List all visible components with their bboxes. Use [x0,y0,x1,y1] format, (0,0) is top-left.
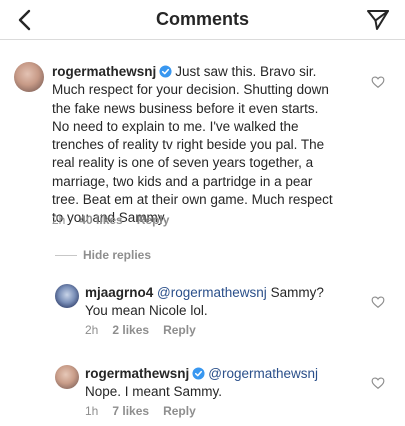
comment-text-line: marriage, two kids and a partridge in a … [52,173,313,189]
reply-button[interactable]: Reply [163,404,196,418]
direct-send-icon [367,10,389,30]
comment-text-line: the fake news business before it even st… [52,100,319,116]
mention-link[interactable]: @rogermathewsnj [157,285,267,300]
comment-meta: 2h 40 likes Reply [52,213,183,227]
comment-text-line: Nope. I meant Sammy. [85,384,223,400]
share-button[interactable] [363,5,393,35]
reply-comment: rogermathewsnj @rogermathewsnj Nope. I me… [0,365,405,425]
comment-time: 2h [52,213,66,227]
heart-icon[interactable] [371,75,385,89]
comments-header: Comments [0,0,405,40]
likes-count[interactable]: 40 likes [79,213,122,227]
comment-username[interactable]: rogermathewsnj [52,64,156,79]
comment-text: rogermathewsnj @rogermathewsnj Nope. I me… [85,365,375,402]
avatar[interactable] [55,365,79,389]
comment-username[interactable]: rogermathewsnj [85,366,189,381]
comment-time: 1h [85,404,99,418]
comment-username[interactable]: mjaagrno4 [85,285,153,300]
verified-badge-icon [159,65,172,78]
hide-replies-toggle[interactable]: Hide replies [55,248,151,262]
likes-count[interactable]: 7 likes [112,404,149,418]
comment-text-line: Just saw this. Bravo sir. [175,64,317,79]
avatar[interactable] [14,62,44,92]
heart-icon[interactable] [371,376,385,390]
comment-text-line: trenches of reality tv right beside you … [52,137,325,153]
comment: rogermathewsnj Just saw this. Bravo sir. … [0,62,405,242]
heart-icon[interactable] [371,295,385,309]
reply-comment: mjaagrno4 @rogermathewsnj Sammy? You mea… [0,284,405,344]
comment-text-line: real reality is one of seven years toget… [52,155,314,171]
page-title: Comments [155,9,249,29]
comment-text-line: tree. Beat em at their own game. Much re… [52,192,333,208]
hide-replies-label: Hide replies [83,248,152,262]
mention-link[interactable]: @rogermathewsnj [208,366,318,381]
avatar[interactable] [55,284,79,308]
likes-count[interactable]: 2 likes [112,323,149,337]
comment-time: 2h [85,323,99,337]
comment-text-line: You mean Nicole lol. [85,303,208,319]
reply-button[interactable]: Reply [163,323,196,337]
reply-button[interactable]: Reply [137,213,170,227]
comment-text-line: Much respect for your decision. Shutting… [52,82,329,98]
comment-text: mjaagrno4 @rogermathewsnj Sammy? You mea… [85,284,375,321]
comment-text: rogermathewsnj Just saw this. Bravo sir. … [52,63,372,228]
comment-meta: 2h 2 likes Reply [85,323,210,337]
comment-text-line: Sammy? [270,285,324,300]
verified-badge-icon [192,367,205,380]
comment-text-line: No need to explain to me. I've walked th… [52,118,299,134]
comment-meta: 1h 7 likes Reply [85,404,210,418]
divider [55,254,77,256]
